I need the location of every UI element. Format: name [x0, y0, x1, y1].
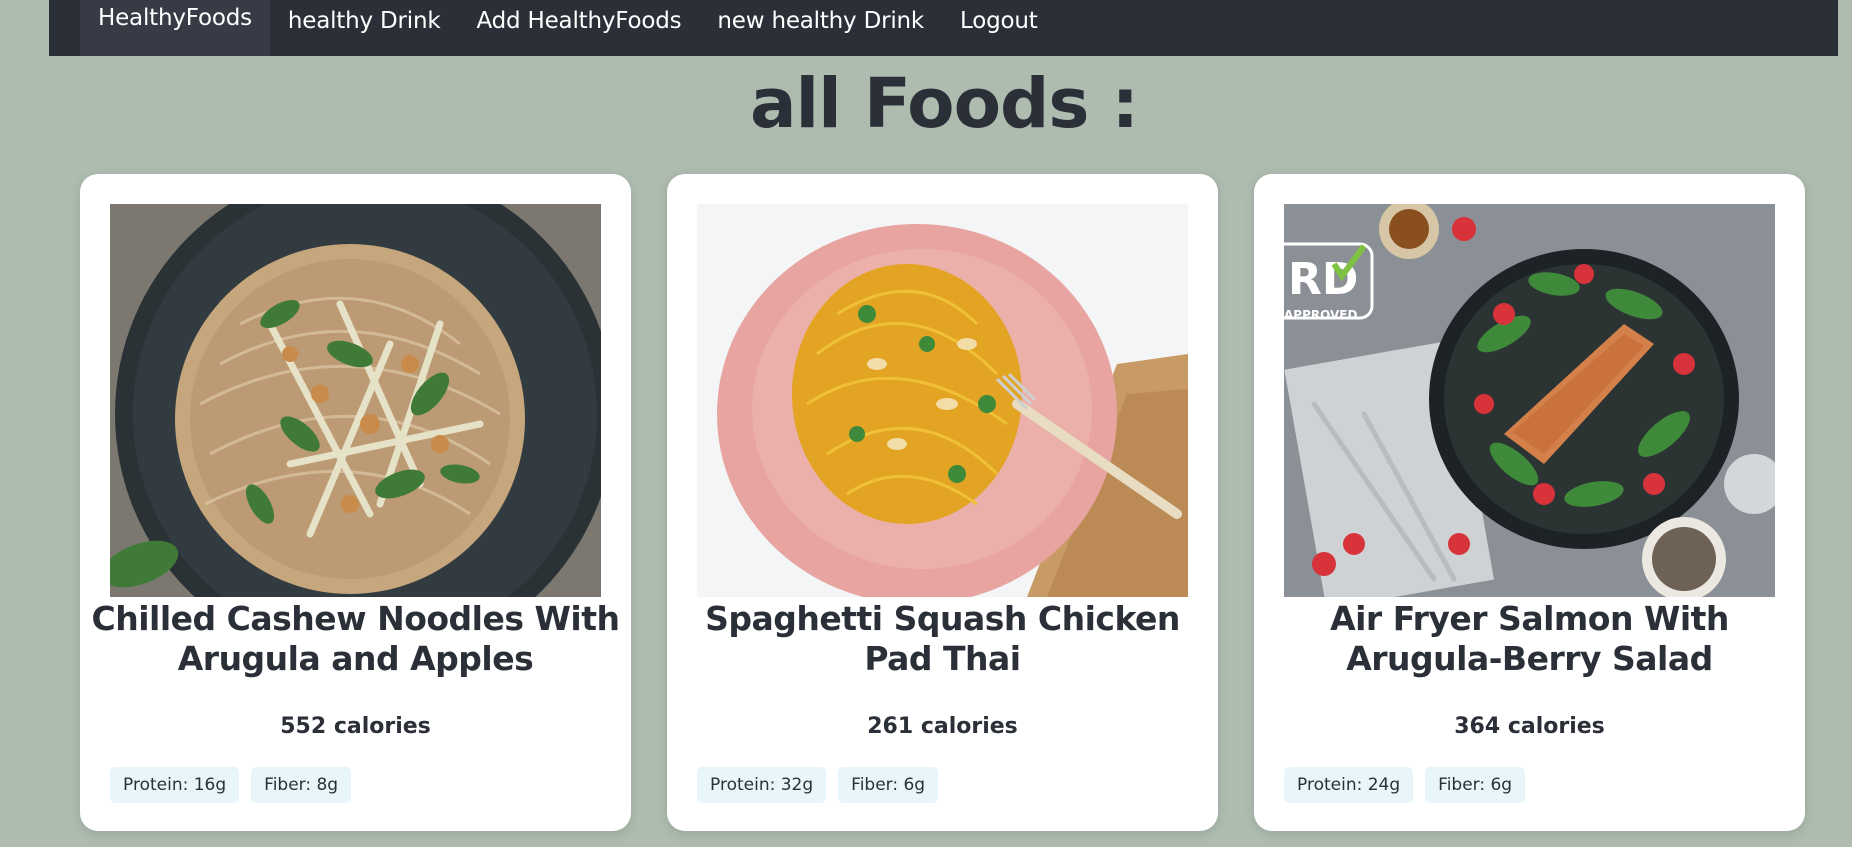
food-title: Air Fryer Salmon With Arugula-Berry Sala… — [1330, 599, 1729, 678]
fiber-tag: Fiber: 8g — [251, 767, 352, 803]
nutrition-tags: Protein: 32g Fiber: 6g — [697, 767, 939, 803]
nutrition-tags: Protein: 16g Fiber: 8g — [110, 767, 352, 803]
nav-link-add-healthyfoods[interactable]: Add HealthyFoods — [458, 0, 699, 42]
page-title: all Foods : — [749, 64, 1139, 144]
nutrition-tags: Protein: 24g Fiber: 6g — [1284, 767, 1526, 803]
food-image-pad-thai[interactable] — [697, 204, 1188, 597]
protein-tag: Protein: 24g — [1284, 767, 1414, 803]
food-image-salmon-salad[interactable]: RD APPROVED — [1284, 204, 1775, 597]
nav-link-healthyfoods[interactable]: HealthyFoods — [80, 0, 270, 56]
food-card[interactable]: Chilled Cashew Noodles With Arugula and … — [80, 174, 631, 831]
food-title: Spaghetti Squash Chicken Pad Thai — [705, 599, 1180, 678]
nav-link-new-healthy-drink[interactable]: new healthy Drink — [699, 0, 942, 42]
nav-link-healthy-drink[interactable]: healthy Drink — [270, 0, 459, 42]
food-calories: 552 calories — [280, 714, 431, 739]
food-card[interactable]: Spaghetti Squash Chicken Pad Thai 261 ca… — [667, 174, 1218, 831]
protein-tag: Protein: 16g — [110, 767, 240, 803]
fiber-tag: Fiber: 6g — [1425, 767, 1526, 803]
rd-badge-subtext: APPROVED — [1284, 308, 1357, 322]
nav-link-logout[interactable]: Logout — [942, 0, 1056, 42]
food-calories: 261 calories — [867, 714, 1018, 739]
protein-tag: Protein: 32g — [697, 767, 827, 803]
food-image-cashew-noodles[interactable] — [110, 204, 601, 597]
food-card[interactable]: RD APPROVED Air Fryer Salmon With Arugul… — [1254, 174, 1805, 831]
top-navbar: HealthyFoods healthy Drink Add HealthyFo… — [49, 0, 1838, 56]
fiber-tag: Fiber: 6g — [838, 767, 939, 803]
rd-badge-text: RD — [1288, 254, 1358, 305]
food-calories: 364 calories — [1454, 714, 1605, 739]
food-title: Chilled Cashew Noodles With Arugula and … — [91, 599, 620, 678]
